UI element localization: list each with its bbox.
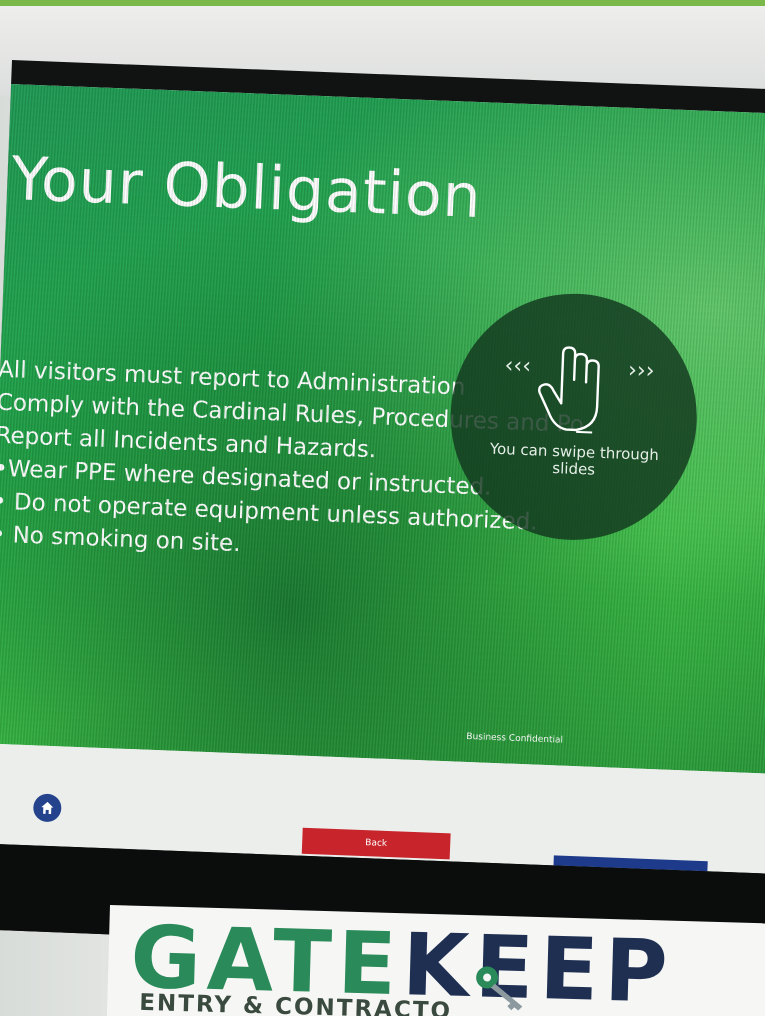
- kiosk-monitor: Your Obligation All visitors must report…: [0, 60, 765, 961]
- presentation-slide[interactable]: Your Obligation All visitors must report…: [0, 83, 765, 774]
- key-icon: [476, 966, 523, 1011]
- kiosk-screen: Your Obligation All visitors must report…: [0, 83, 765, 874]
- home-button[interactable]: [32, 793, 62, 823]
- confidentiality-footer: Business Confidential: [466, 731, 564, 746]
- home-icon: [41, 801, 54, 815]
- slide-title: Your Obligation: [10, 144, 484, 233]
- swipe-left-arrows: ‹‹‹: [504, 353, 532, 380]
- swipe-hint-text: You can swipe through slides: [489, 439, 660, 479]
- gatekeeper-logo-sticker: GATEKEEP ENTRY & CONTRACTO: [106, 905, 765, 1016]
- back-button[interactable]: Back: [301, 827, 451, 860]
- swipe-right-arrows: ›››: [627, 357, 655, 384]
- swipe-hand-icon: [538, 346, 600, 434]
- kiosk-photo: Your Obligation All visitors must report…: [0, 0, 765, 1016]
